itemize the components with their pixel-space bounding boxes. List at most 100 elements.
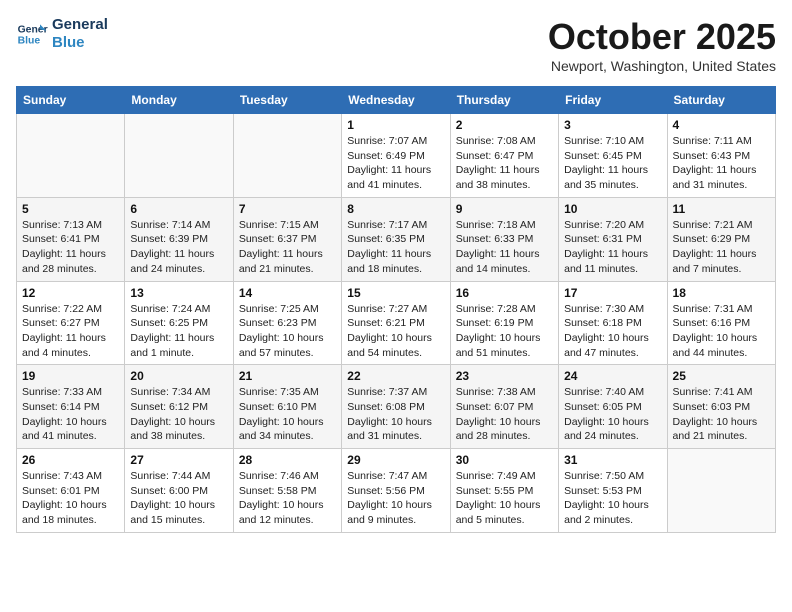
calendar-cell: 25 Sunrise: 7:41 AM Sunset: 6:03 PM Dayli… [667, 365, 775, 449]
day-number: 24 [564, 369, 661, 383]
calendar-cell: 20Sunrise: 7:34 AM Sunset: 6:12 PM Dayli… [125, 365, 233, 449]
page-header: General Blue General Blue October 2025 N… [16, 16, 776, 74]
calendar-cell: 30 Sunrise: 7:49 AM Sunset: 5:55 PM Dayli… [450, 449, 558, 533]
calendar-table: SundayMondayTuesdayWednesdayThursdayFrid… [16, 86, 776, 533]
day-info: Sunrise: 7:28 AM Sunset: 6:19 PM Dayligh… [456, 302, 553, 361]
day-number: 27 [130, 453, 227, 467]
logo-line1: General [52, 16, 108, 34]
calendar-cell: 17 Sunrise: 7:30 AM Sunset: 6:18 PM Dayli… [559, 281, 667, 365]
calendar-cell: 2 Sunrise: 7:08 AM Sunset: 6:47 PM Daylig… [450, 114, 558, 198]
day-info: Sunrise: 7:21 AM Sunset: 6:29 PM Dayligh… [673, 218, 770, 277]
week-row-3: 12Sunrise: 7:22 AM Sunset: 6:27 PM Dayli… [17, 281, 776, 365]
day-info: Sunrise: 7:49 AM Sunset: 5:55 PM Dayligh… [456, 469, 553, 528]
day-info: Sunrise: 7:22 AM Sunset: 6:27 PM Dayligh… [22, 302, 119, 361]
day-info: Sunrise: 7:44 AM Sunset: 6:00 PM Dayligh… [130, 469, 227, 528]
day-number: 4 [673, 118, 770, 132]
day-info: Sunrise: 7:13 AM Sunset: 6:41 PM Dayligh… [22, 218, 119, 277]
calendar-cell: 29 Sunrise: 7:47 AM Sunset: 5:56 PM Dayli… [342, 449, 450, 533]
calendar-cell: 5 Sunrise: 7:13 AM Sunset: 6:41 PM Daylig… [17, 197, 125, 281]
day-number: 26 [22, 453, 119, 467]
day-info: Sunrise: 7:35 AM Sunset: 6:10 PM Dayligh… [239, 385, 336, 444]
day-number: 31 [564, 453, 661, 467]
day-number: 23 [456, 369, 553, 383]
day-number: 2 [456, 118, 553, 132]
calendar-cell: 22 Sunrise: 7:37 AM Sunset: 6:08 PM Dayli… [342, 365, 450, 449]
calendar-cell: 6 Sunrise: 7:14 AM Sunset: 6:39 PM Daylig… [125, 197, 233, 281]
day-number: 25 [673, 369, 770, 383]
calendar-cell: 16 Sunrise: 7:28 AM Sunset: 6:19 PM Dayli… [450, 281, 558, 365]
day-header-friday: Friday [559, 87, 667, 114]
calendar-cell: 11 Sunrise: 7:21 AM Sunset: 6:29 PM Dayli… [667, 197, 775, 281]
day-number: 19 [22, 369, 119, 383]
day-header-wednesday: Wednesday [342, 87, 450, 114]
day-info: Sunrise: 7:33 AM Sunset: 6:14 PM Dayligh… [22, 385, 119, 444]
calendar-cell [667, 449, 775, 533]
day-info: Sunrise: 7:47 AM Sunset: 5:56 PM Dayligh… [347, 469, 444, 528]
day-number: 28 [239, 453, 336, 467]
day-number: 3 [564, 118, 661, 132]
calendar-cell: 3 Sunrise: 7:10 AM Sunset: 6:45 PM Daylig… [559, 114, 667, 198]
day-number: 30 [456, 453, 553, 467]
day-header-monday: Monday [125, 87, 233, 114]
day-number: 7 [239, 202, 336, 216]
day-info: Sunrise: 7:18 AM Sunset: 6:33 PM Dayligh… [456, 218, 553, 277]
day-info: Sunrise: 7:40 AM Sunset: 6:05 PM Dayligh… [564, 385, 661, 444]
day-number: 14 [239, 286, 336, 300]
day-info: Sunrise: 7:46 AM Sunset: 5:58 PM Dayligh… [239, 469, 336, 528]
calendar-cell: 19 Sunrise: 7:33 AM Sunset: 6:14 PM Dayli… [17, 365, 125, 449]
day-info: Sunrise: 7:41 AM Sunset: 6:03 PM Dayligh… [673, 385, 770, 444]
calendar-cell: 1 Sunrise: 7:07 AM Sunset: 6:49 PM Daylig… [342, 114, 450, 198]
title-area: October 2025 Newport, Washington, United… [548, 16, 776, 74]
day-info: Sunrise: 7:25 AM Sunset: 6:23 PM Dayligh… [239, 302, 336, 361]
day-number: 11 [673, 202, 770, 216]
day-info: Sunrise: 7:27 AM Sunset: 6:21 PM Dayligh… [347, 302, 444, 361]
svg-text:Blue: Blue [18, 36, 41, 47]
calendar-cell: 28 Sunrise: 7:46 AM Sunset: 5:58 PM Dayli… [233, 449, 341, 533]
day-header-sunday: Sunday [17, 87, 125, 114]
calendar-cell: 14 Sunrise: 7:25 AM Sunset: 6:23 PM Dayli… [233, 281, 341, 365]
calendar-cell [233, 114, 341, 198]
day-number: 16 [456, 286, 553, 300]
calendar-cell: 24 Sunrise: 7:40 AM Sunset: 6:05 PM Dayli… [559, 365, 667, 449]
calendar-cell: 23Sunrise: 7:38 AM Sunset: 6:07 PM Dayli… [450, 365, 558, 449]
day-number: 10 [564, 202, 661, 216]
day-info: Sunrise: 7:14 AM Sunset: 6:39 PM Dayligh… [130, 218, 227, 277]
day-info: Sunrise: 7:07 AM Sunset: 6:49 PM Dayligh… [347, 134, 444, 193]
week-row-1: 1 Sunrise: 7:07 AM Sunset: 6:49 PM Daylig… [17, 114, 776, 198]
day-number: 8 [347, 202, 444, 216]
day-info: Sunrise: 7:15 AM Sunset: 6:37 PM Dayligh… [239, 218, 336, 277]
week-row-2: 5 Sunrise: 7:13 AM Sunset: 6:41 PM Daylig… [17, 197, 776, 281]
day-info: Sunrise: 7:37 AM Sunset: 6:08 PM Dayligh… [347, 385, 444, 444]
calendar-cell [17, 114, 125, 198]
week-row-4: 19 Sunrise: 7:33 AM Sunset: 6:14 PM Dayli… [17, 365, 776, 449]
day-number: 5 [22, 202, 119, 216]
day-number: 9 [456, 202, 553, 216]
day-info: Sunrise: 7:30 AM Sunset: 6:18 PM Dayligh… [564, 302, 661, 361]
calendar-cell: 27 Sunrise: 7:44 AM Sunset: 6:00 PM Dayli… [125, 449, 233, 533]
day-number: 6 [130, 202, 227, 216]
calendar-cell: 8 Sunrise: 7:17 AM Sunset: 6:35 PM Daylig… [342, 197, 450, 281]
calendar-cell: 10 Sunrise: 7:20 AM Sunset: 6:31 PM Dayli… [559, 197, 667, 281]
day-number: 22 [347, 369, 444, 383]
day-info: Sunrise: 7:11 AM Sunset: 6:43 PM Dayligh… [673, 134, 770, 193]
calendar-cell: 31 Sunrise: 7:50 AM Sunset: 5:53 PM Dayli… [559, 449, 667, 533]
calendar-cell: 7 Sunrise: 7:15 AM Sunset: 6:37 PM Daylig… [233, 197, 341, 281]
day-header-tuesday: Tuesday [233, 87, 341, 114]
days-header-row: SundayMondayTuesdayWednesdayThursdayFrid… [17, 87, 776, 114]
day-number: 17 [564, 286, 661, 300]
day-number: 29 [347, 453, 444, 467]
day-info: Sunrise: 7:20 AM Sunset: 6:31 PM Dayligh… [564, 218, 661, 277]
day-info: Sunrise: 7:08 AM Sunset: 6:47 PM Dayligh… [456, 134, 553, 193]
day-number: 1 [347, 118, 444, 132]
day-info: Sunrise: 7:24 AM Sunset: 6:25 PM Dayligh… [130, 302, 227, 361]
day-number: 21 [239, 369, 336, 383]
day-info: Sunrise: 7:17 AM Sunset: 6:35 PM Dayligh… [347, 218, 444, 277]
day-header-saturday: Saturday [667, 87, 775, 114]
day-info: Sunrise: 7:10 AM Sunset: 6:45 PM Dayligh… [564, 134, 661, 193]
week-row-5: 26Sunrise: 7:43 AM Sunset: 6:01 PM Dayli… [17, 449, 776, 533]
calendar-cell: 9 Sunrise: 7:18 AM Sunset: 6:33 PM Daylig… [450, 197, 558, 281]
logo-line2: Blue [52, 34, 108, 52]
day-info: Sunrise: 7:50 AM Sunset: 5:53 PM Dayligh… [564, 469, 661, 528]
calendar-cell: 4 Sunrise: 7:11 AM Sunset: 6:43 PM Daylig… [667, 114, 775, 198]
month-title: October 2025 [548, 16, 776, 58]
